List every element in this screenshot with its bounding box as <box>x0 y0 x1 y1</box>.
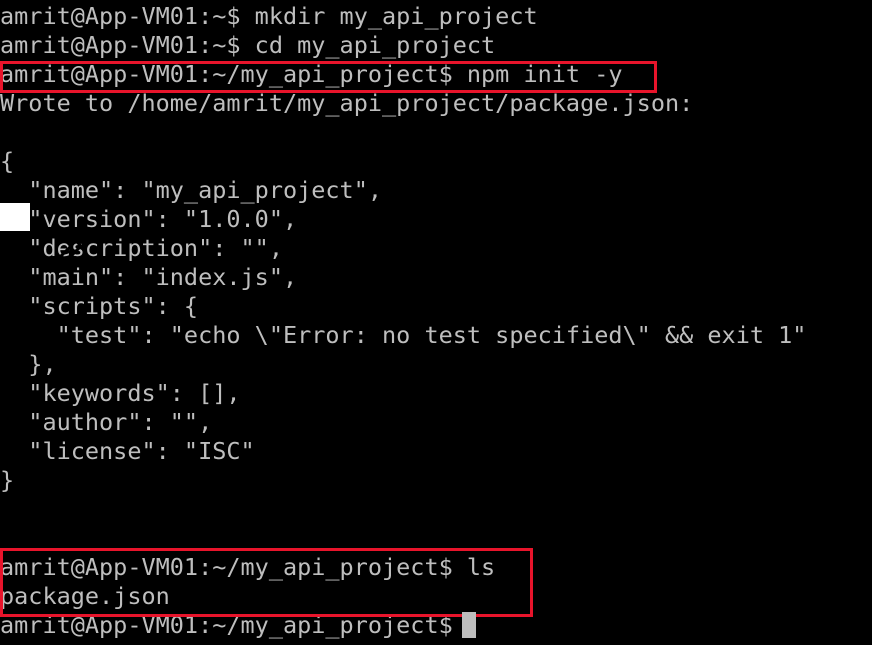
terminal-line-1: amrit@App-VM01:~$ mkdir my_api_project <box>0 2 538 30</box>
terminal-line-7: "name": "my_api_project", <box>0 176 383 204</box>
terminal-line-16: "license": "ISC" <box>0 437 255 465</box>
terminal-cursor[interactable] <box>462 612 476 638</box>
terminal-line-12: "test": "echo \"Error: no test specified… <box>0 321 807 349</box>
terminal-line-8: "version": "1.0.0", <box>0 205 298 233</box>
terminal-window[interactable]: amrit@App-VM01:~$ mkdir my_api_project a… <box>0 0 872 645</box>
terminal-line-21: package.json <box>0 582 170 610</box>
double-chevron-right-icon <box>0 203 83 259</box>
terminal-line-4: Wrote to /home/amrit/my_api_project/pack… <box>0 89 694 117</box>
terminal-line-13: }, <box>0 350 57 378</box>
terminal-line-17: } <box>0 466 15 494</box>
terminal-line-15: "author": "", <box>0 408 213 436</box>
terminal-line-22: amrit@App-VM01:~/my_api_project$ <box>0 611 467 639</box>
terminal-line-14: "keywords": [], <box>0 379 241 407</box>
terminal-line-10: "main": "index.js", <box>0 263 298 291</box>
terminal-line-2: amrit@App-VM01:~$ cd my_api_project <box>0 31 496 59</box>
terminal-line-11: "scripts": { <box>0 292 199 320</box>
terminal-line-3: amrit@App-VM01:~/my_api_project$ npm ini… <box>0 60 623 88</box>
terminal-line-20: amrit@App-VM01:~/my_api_project$ ls <box>0 553 496 581</box>
terminal-line-6: { <box>0 147 15 175</box>
